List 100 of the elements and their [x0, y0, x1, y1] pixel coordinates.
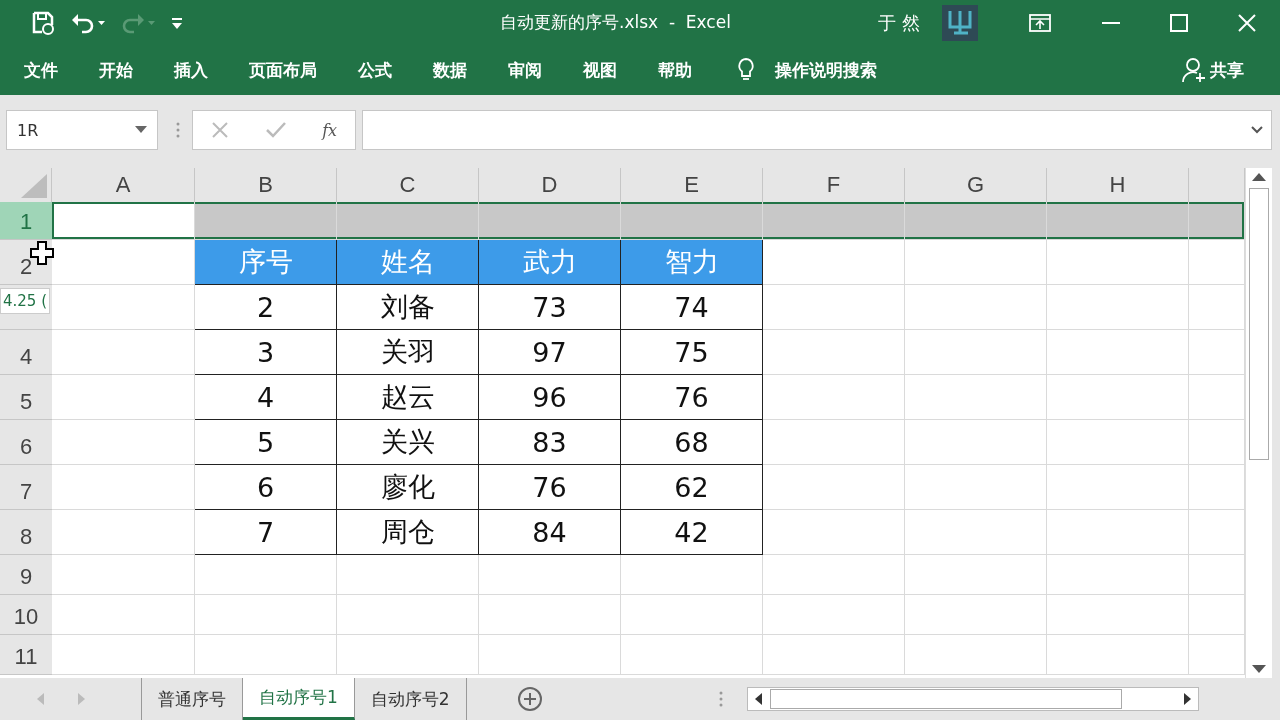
share-button[interactable]: 共享: [1182, 57, 1244, 83]
close-icon[interactable]: [1238, 13, 1256, 32]
grid-cell[interactable]: [1047, 465, 1189, 510]
grid-cell[interactable]: [905, 330, 1047, 375]
row-header[interactable]: 7: [0, 465, 52, 510]
tell-me-search[interactable]: 操作说明搜索: [775, 58, 877, 82]
grid-cell[interactable]: [195, 635, 337, 675]
ribbon-tab[interactable]: 页面布局: [249, 58, 317, 82]
grid-cell[interactable]: [195, 595, 337, 635]
grid-cell[interactable]: [905, 285, 1047, 330]
previous-sheet-icon[interactable]: [36, 693, 46, 705]
grid-cell[interactable]: [1047, 595, 1189, 635]
grid-cell[interactable]: [763, 202, 905, 240]
grid-cell[interactable]: [52, 420, 195, 465]
grid-cell[interactable]: [1047, 202, 1189, 240]
grid-cell[interactable]: [763, 330, 905, 375]
add-sheet-icon[interactable]: [516, 686, 543, 712]
more-icon[interactable]: [176, 121, 180, 139]
scroll-down-icon[interactable]: [1252, 664, 1266, 674]
row-header[interactable]: 11: [0, 635, 52, 675]
grid-cell[interactable]: [52, 465, 195, 510]
ribbon-tab[interactable]: 开始: [99, 58, 133, 82]
row-header[interactable]: 4: [0, 330, 52, 375]
row-header[interactable]: 8: [0, 510, 52, 555]
grid-cell[interactable]: [195, 555, 337, 595]
grid-cell[interactable]: [763, 420, 905, 465]
grid-cell[interactable]: [621, 555, 763, 595]
grid-cell[interactable]: [52, 595, 195, 635]
grid-cell[interactable]: [52, 510, 195, 555]
grid-cell[interactable]: [763, 595, 905, 635]
grid-cell[interactable]: [905, 202, 1047, 240]
grid-cell[interactable]: [1047, 240, 1189, 285]
grid-cell[interactable]: [52, 635, 195, 675]
column-header[interactable]: A: [52, 168, 195, 202]
grid-cell[interactable]: [905, 595, 1047, 635]
scroll-right-icon[interactable]: [1181, 693, 1192, 705]
grid-cell[interactable]: [1047, 635, 1189, 675]
grid-cell[interactable]: [905, 555, 1047, 595]
grid-cell[interactable]: [1047, 285, 1189, 330]
lightbulb-icon[interactable]: [737, 57, 755, 83]
expand-icon[interactable]: [1251, 126, 1263, 134]
grid-cell[interactable]: [337, 202, 479, 240]
grid-cell[interactable]: [621, 595, 763, 635]
grid-cell[interactable]: [763, 555, 905, 595]
grid-cell[interactable]: [52, 285, 195, 330]
grid-cell[interactable]: [905, 635, 1047, 675]
row-header[interactable]: 5: [0, 375, 52, 420]
ribbon-tab[interactable]: 插入: [174, 58, 208, 82]
ribbon-tab[interactable]: 帮助: [658, 58, 692, 82]
grid-cell[interactable]: [763, 635, 905, 675]
name-box[interactable]: 1R: [6, 110, 158, 150]
grid-cell[interactable]: [1047, 510, 1189, 555]
grid-cell[interactable]: [479, 635, 621, 675]
grid-cell[interactable]: [195, 202, 337, 240]
grid-cell[interactable]: [905, 375, 1047, 420]
insert-function-button[interactable]: fx: [322, 120, 338, 140]
grid-cell[interactable]: [905, 420, 1047, 465]
grid-cell[interactable]: [763, 465, 905, 510]
grid-cell[interactable]: [52, 555, 195, 595]
grid-cell[interactable]: [905, 510, 1047, 555]
grid-cell[interactable]: [621, 202, 763, 240]
grid-cell[interactable]: [1189, 202, 1245, 240]
grid-cell[interactable]: [52, 330, 195, 375]
ribbon-tab[interactable]: 数据: [433, 58, 467, 82]
scroll-thumb[interactable]: [1249, 188, 1269, 460]
select-all-icon[interactable]: [21, 174, 47, 198]
row-header[interactable]: 9: [0, 555, 52, 595]
ribbon-tab[interactable]: 视图: [583, 58, 617, 82]
avatar-icon[interactable]: [942, 4, 978, 41]
ribbon-tab[interactable]: 公式: [358, 58, 392, 82]
autosave-icon[interactable]: [30, 9, 56, 36]
horizontal-scrollbar[interactable]: [746, 687, 1199, 711]
grid-cell[interactable]: [479, 595, 621, 635]
grid-cell[interactable]: [52, 202, 195, 240]
grid-cell[interactable]: [1047, 330, 1189, 375]
sheet-tab[interactable]: 自动序号2: [354, 678, 467, 720]
ribbon-tab[interactable]: 文件: [24, 58, 58, 82]
grid-cell[interactable]: [1047, 555, 1189, 595]
grid-cell[interactable]: [479, 555, 621, 595]
grid-cell[interactable]: [337, 555, 479, 595]
grid-cell[interactable]: [337, 595, 479, 635]
grid-cell[interactable]: [52, 375, 195, 420]
scroll-left-icon[interactable]: [753, 693, 764, 705]
grid-cell[interactable]: [621, 635, 763, 675]
ribbon-tab[interactable]: 审阅: [508, 58, 542, 82]
grid-cell[interactable]: [1047, 420, 1189, 465]
scroll-up-icon[interactable]: [1252, 172, 1266, 182]
grid-cell[interactable]: [763, 240, 905, 285]
grid-cell[interactable]: [1047, 375, 1189, 420]
grid-cell[interactable]: [905, 465, 1047, 510]
grid-cell[interactable]: [905, 240, 1047, 285]
maximize-icon[interactable]: [1170, 13, 1188, 32]
customize-icon[interactable]: [170, 15, 184, 30]
sheet-tab[interactable]: 自动序号1: [243, 678, 355, 720]
grid-cell[interactable]: [763, 285, 905, 330]
next-sheet-icon[interactable]: [76, 693, 86, 705]
row-header[interactable]: 1: [0, 202, 52, 240]
row-header[interactable]: 6: [0, 420, 52, 465]
grid-cell[interactable]: [763, 510, 905, 555]
ribbon-display-icon[interactable]: [1028, 12, 1052, 33]
